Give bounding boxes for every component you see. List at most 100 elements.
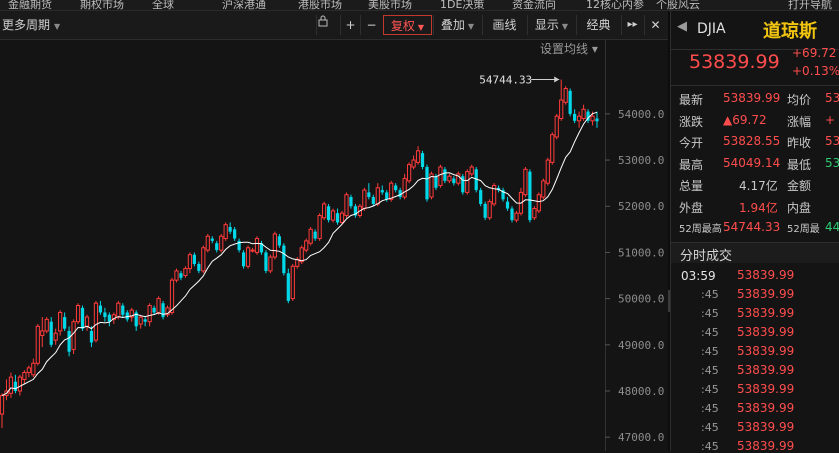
top-nav-item[interactable]: 全球 — [152, 0, 174, 10]
display-button[interactable]: 显示 ▼ — [527, 15, 575, 35]
quote-row-value: 54049.14 — [723, 155, 781, 170]
candle-body-down — [568, 90, 572, 114]
candle-body-up — [550, 134, 555, 163]
candle-body-up — [411, 159, 416, 168]
chevron-down-icon: ▼ — [467, 22, 475, 31]
quote-row-label: 均价 — [787, 93, 812, 107]
quote-header: ◀ DJIA 道琼斯 — [671, 11, 839, 49]
quote-panel: ◀ DJIA 道琼斯 53839.99 +69.72 +0.13% 分时成交 最… — [670, 11, 839, 453]
quote-row-value: 53839.99 — [723, 91, 781, 105]
candle-body-up — [590, 115, 595, 122]
top-nav-item[interactable]: 港股市场 — [298, 0, 342, 10]
quote-change: +69.72 — [792, 46, 837, 60]
candle-body-up — [541, 180, 546, 198]
candle-body-down — [349, 197, 353, 207]
trade-price: 53839.99 — [737, 382, 795, 396]
top-nav-item[interactable]: 12核心内参 — [586, 0, 644, 10]
candle-body-up — [219, 235, 224, 251]
candle-body-down — [80, 307, 85, 329]
candle-body-down — [443, 169, 447, 181]
top-nav-item[interactable]: 金融期货 — [8, 0, 52, 10]
candle-body-down — [210, 238, 214, 241]
candle-body-down — [394, 185, 398, 191]
top-nav-item[interactable]: 个股风云 — [656, 0, 700, 10]
candle-body-up — [205, 235, 210, 251]
candle-body-up — [415, 150, 421, 163]
trade-price: 53839.99 — [737, 344, 795, 358]
candle-body-down — [510, 208, 514, 221]
candle-body-up — [138, 316, 143, 325]
trade-time: :45 — [701, 440, 719, 453]
quote-row-label: 最低 — [787, 157, 812, 172]
candle-body-up — [536, 194, 541, 212]
period-button[interactable]: 更多周期 ▼ — [2, 15, 60, 35]
lock-icon[interactable] — [316, 15, 340, 35]
back-arrow-icon[interactable]: ◀ — [677, 19, 687, 34]
chevron-down-icon: ▼ — [561, 22, 569, 31]
candle-body-up — [254, 238, 260, 253]
candle-body-down — [143, 319, 147, 322]
quote-row-label: 最新 — [679, 93, 704, 107]
draw-line-button[interactable]: 画线 — [482, 15, 526, 35]
trade-price: 53839.99 — [737, 268, 795, 282]
candle-body-up — [84, 316, 90, 327]
close-button[interactable]: ✕ — [644, 15, 666, 35]
quote-row-value: + — [825, 112, 836, 127]
candle-body-down — [282, 245, 286, 274]
trade-time: :45 — [701, 402, 719, 415]
kline-chart[interactable]: 设置均线 ▾ 54000.0 53000.0 52000.0 51000.0 50000.… — [0, 40, 668, 451]
candle-body-up — [156, 298, 161, 313]
candle-body-down — [434, 176, 438, 188]
candle-body-up — [465, 171, 470, 193]
quote-row-label: 今开 — [679, 136, 704, 150]
quote-row-value: 53 — [825, 155, 839, 170]
quote-row-value: 1.94亿 — [739, 200, 778, 215]
top-nav-item[interactable]: 1DE决策 — [440, 0, 484, 10]
adjust-button[interactable]: 复权 ▼ — [383, 15, 432, 35]
candle-body-down — [286, 273, 290, 301]
overlay-button[interactable]: 叠加 ▼ — [433, 15, 481, 35]
candle-body-down — [573, 113, 577, 121]
quote-name: 道琼斯 — [763, 21, 817, 42]
candle-body-down — [63, 317, 67, 329]
quote-row-label: 内盘 — [787, 200, 812, 215]
candle-body-up — [187, 254, 193, 270]
overlay-label: 叠加 — [440, 18, 465, 32]
chart-toolbar: 更多周期 ▼ + − 复权 ▼ 叠加 ▼ 画线 显示 ▼ 经典 ▸▸ ✕ — [0, 11, 668, 40]
quote-row-label: 昨收 — [787, 136, 812, 150]
top-nav-item[interactable]: 期权市场 — [80, 0, 124, 10]
trade-time: :45 — [701, 383, 719, 396]
zoom-out-button[interactable]: − — [360, 15, 382, 35]
candle-body-up — [40, 330, 45, 337]
top-nav-item[interactable]: 沪深港通 — [222, 0, 266, 10]
candle-body-up — [272, 233, 278, 258]
candle-body-down — [326, 206, 331, 221]
quote-row-label: 金额 — [787, 179, 812, 193]
trade-price: 53839.99 — [737, 325, 795, 339]
quote-row-label: 52周最 — [787, 224, 820, 235]
candle-body-up — [362, 189, 367, 210]
candle-body-down — [197, 263, 201, 271]
y-tick-label: 51000.0 — [618, 246, 664, 259]
chart-background — [0, 40, 668, 451]
quote-row-label: 最高 — [679, 157, 704, 172]
top-nav-item[interactable]: 打开导航 — [788, 0, 832, 10]
candle-body-up — [487, 201, 492, 219]
top-nav-item[interactable]: 资金流向 — [512, 0, 556, 10]
candle-body-up — [532, 208, 537, 219]
candle-body-down — [121, 305, 125, 315]
candle-body-down — [385, 192, 389, 200]
candle-body-down — [98, 305, 103, 313]
candle-body-up — [406, 164, 412, 182]
candle-body-down — [179, 273, 183, 278]
classic-button[interactable]: 经典 — [576, 15, 620, 35]
more-button[interactable]: ▸▸ — [621, 15, 643, 35]
display-label: 显示 — [534, 18, 559, 32]
ma-settings-label[interactable]: 设置均线 ▾ — [540, 42, 598, 56]
top-nav-item[interactable]: 美股市场 — [368, 0, 412, 10]
zoom-in-button[interactable]: + — [340, 15, 360, 35]
adjust-label: 复权 — [390, 19, 415, 33]
quote-row-value: 4.17亿 — [739, 179, 778, 193]
candle-body-down — [228, 227, 232, 232]
candle-body-up — [174, 270, 179, 281]
